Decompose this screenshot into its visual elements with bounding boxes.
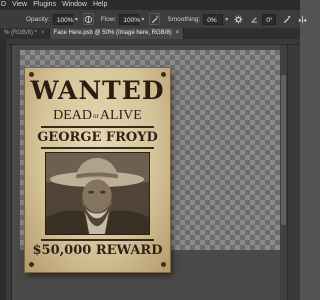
vertical-ruler[interactable] [6, 45, 12, 300]
poster-headline: WANTED [30, 76, 165, 105]
flow-label: Flow: [100, 15, 117, 23]
scrollbar-thumb[interactable] [281, 75, 286, 225]
angle-icon[interactable] [249, 13, 260, 25]
settings-gear-icon[interactable] [233, 13, 244, 25]
opacity-dropdown-icon[interactable]: ▾ [75, 16, 78, 23]
opacity-field[interactable]: 100% [52, 13, 73, 25]
close-icon[interactable]: × [176, 28, 180, 39]
wanted-poster-image[interactable]: WANTED DEADorALIVE GEORGE FROYD $50,000 … [25, 68, 170, 272]
poster-reward: $50,000 REWARD [32, 243, 163, 258]
flow-field[interactable]: 100% [119, 13, 140, 25]
smoothing-label: Smoothing: [167, 15, 201, 23]
poster-divider [41, 147, 154, 149]
menu-item-window[interactable]: Window [59, 0, 90, 10]
symmetry-icon[interactable] [297, 13, 308, 25]
menu-item-edit[interactable]: D [0, 0, 9, 10]
pressure-opacity-icon[interactable] [82, 13, 94, 25]
tab-face-here-psb[interactable]: Face Here.psb @ 50% (Image here, RGB/8) … [49, 28, 185, 39]
tab-label: Face Here.psb @ 50% (Image here, RGB/8) [53, 30, 172, 36]
tab-label: % (RGB/8) * [4, 30, 38, 36]
poster-or: or [93, 112, 99, 120]
horizontal-ruler[interactable] [6, 39, 300, 45]
flow-dropdown-icon[interactable]: ▾ [141, 16, 144, 23]
poster-divider [41, 239, 154, 241]
tab-previous-document[interactable]: % (RGB/8) * × [0, 28, 50, 39]
poster-name: GEORGE FROYD [37, 130, 158, 145]
poster-dead: DEAD [53, 108, 93, 124]
pressure-size-icon[interactable] [281, 13, 292, 25]
menu-item-view[interactable]: View [9, 0, 30, 10]
angle-field[interactable]: 0° [262, 13, 277, 25]
airbrush-icon[interactable] [149, 13, 161, 25]
close-icon[interactable]: × [41, 28, 45, 39]
poster-dead-or-alive: DEADorALIVE [25, 109, 170, 123]
vertical-scrollbar[interactable] [280, 45, 287, 300]
poster-alive: ALIVE [99, 108, 142, 124]
smoothing-field[interactable]: 0% [203, 13, 224, 25]
smoothing-dropdown-icon[interactable]: ▾ [225, 16, 228, 23]
right-panel-strip [287, 45, 300, 300]
options-bar: Opacity: 100% ▾ Flow: 100% ▾ Smoothing: … [0, 10, 307, 28]
document-tab-bar: % (RGB/8) * × Face Here.psb @ 50% (Image… [0, 28, 300, 39]
menu-item-plugins[interactable]: Plugins [30, 0, 59, 10]
poster-divider [41, 126, 154, 128]
menu-item-help[interactable]: Help [90, 0, 110, 10]
nail-bottom-right [161, 262, 166, 267]
opacity-label: Opacity: [26, 15, 50, 23]
menu-bar: D View Plugins Window Help [0, 0, 300, 10]
nail-bottom-left [29, 262, 34, 267]
portrait-photo[interactable] [45, 152, 150, 235]
